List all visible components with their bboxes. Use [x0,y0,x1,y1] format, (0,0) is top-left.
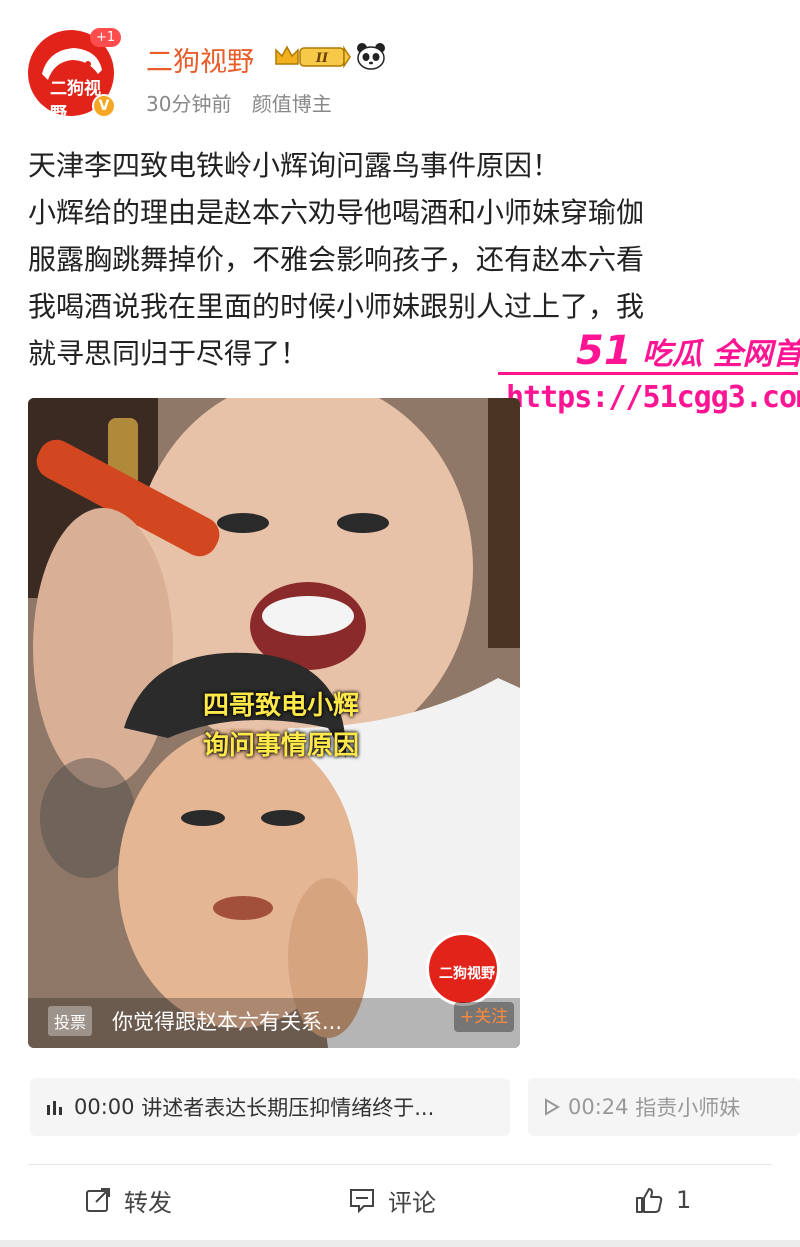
comment-button[interactable]: 评论 [348,1180,436,1220]
vote-tag: 投票 [48,1006,93,1036]
crown-level-icon: II [275,45,351,69]
video-logo: 二狗视野 [426,932,500,1006]
repost-button[interactable]: 转发 [84,1180,172,1220]
bottom-separator [0,1240,800,1247]
divider [28,1164,772,1165]
watermark-slogan-text: 吃瓜 全网首发 [642,337,800,372]
like-button[interactable]: 1 [634,1180,691,1220]
panda-icon [357,43,385,70]
thumbs-up-icon [636,1188,663,1213]
author-avatar[interactable]: 二狗视野 +1 V [28,28,122,122]
chapter-time: 00:00 [74,1095,135,1119]
watermark-url: https://51cgg3.com [506,380,800,415]
post-time: 30分钟前 [146,92,232,116]
chapter-title: 讲述者表达长期压抑情绪终于... [141,1096,435,1120]
notification-badge: +1 [90,28,122,47]
comment-label: 评论 [388,1188,436,1217]
chapter-chip[interactable]: 00:00 讲述者表达长期压抑情绪终于... [30,1078,510,1136]
watermark-number: 51 [576,328,632,374]
play-icon [545,1098,560,1116]
video-player[interactable]: 四哥致电小辉 询问事情原因 二狗视野 投票 你觉得跟赵本六有关系... +关注 [28,398,520,1048]
post-text-line: 服露胸跳舞掉价，不雅会影响孩子，还有赵本六看 [28,243,645,276]
caption-line: 询问事情原因 [202,731,359,761]
author-tag: 颜值博主 [251,92,332,116]
repost-icon [86,1188,110,1212]
watermark-line [498,372,798,375]
audio-bars-icon [47,1101,62,1115]
level-badge-text: II [315,51,329,66]
like-count: 1 [676,1186,692,1214]
author-name[interactable]: 二狗视野 [146,40,254,79]
comment-icon [350,1189,374,1214]
follow-button[interactable]: +关注 [454,1002,514,1032]
post-text-line: 我喝酒说我在里面的时候小师妹跟别人过上了，我 [28,290,645,323]
verified-icon: V [92,94,116,118]
vote-question[interactable]: 你觉得跟赵本六有关系... [112,1006,342,1036]
watermark: 51 吃瓜 全网首发 https://51cgg3.com [498,328,800,418]
caption-line: 四哥致电小辉 [202,691,359,721]
repost-label: 转发 [124,1188,172,1217]
chapter-time: 00:24 [568,1095,629,1119]
watermark-slogan: 51 吃瓜 全网首发 [576,328,800,374]
chapter-title: 指责小师妹 [635,1096,741,1120]
video-caption: 四哥致电小辉 询问事情原因 [186,686,376,766]
chapter-chip[interactable]: 00:24 指责小师妹 [528,1078,800,1136]
post-text-line: 小辉给的理由是赵本六劝导他喝酒和小师妹穿瑜伽 [28,196,645,229]
post-meta: 30分钟前 颜值博主 [146,88,346,117]
vote-bar[interactable]: 投票 你觉得跟赵本六有关系... +关注 [48,1002,514,1038]
post-text-line: 天津李四致电铁岭小辉询问露鸟事件原因！ [28,149,561,182]
post-header: 二狗视野 +1 V 二狗视野 II 30分钟前 颜值博主 [0,0,800,130]
video-logo-label: 二狗视野 [439,966,495,982]
